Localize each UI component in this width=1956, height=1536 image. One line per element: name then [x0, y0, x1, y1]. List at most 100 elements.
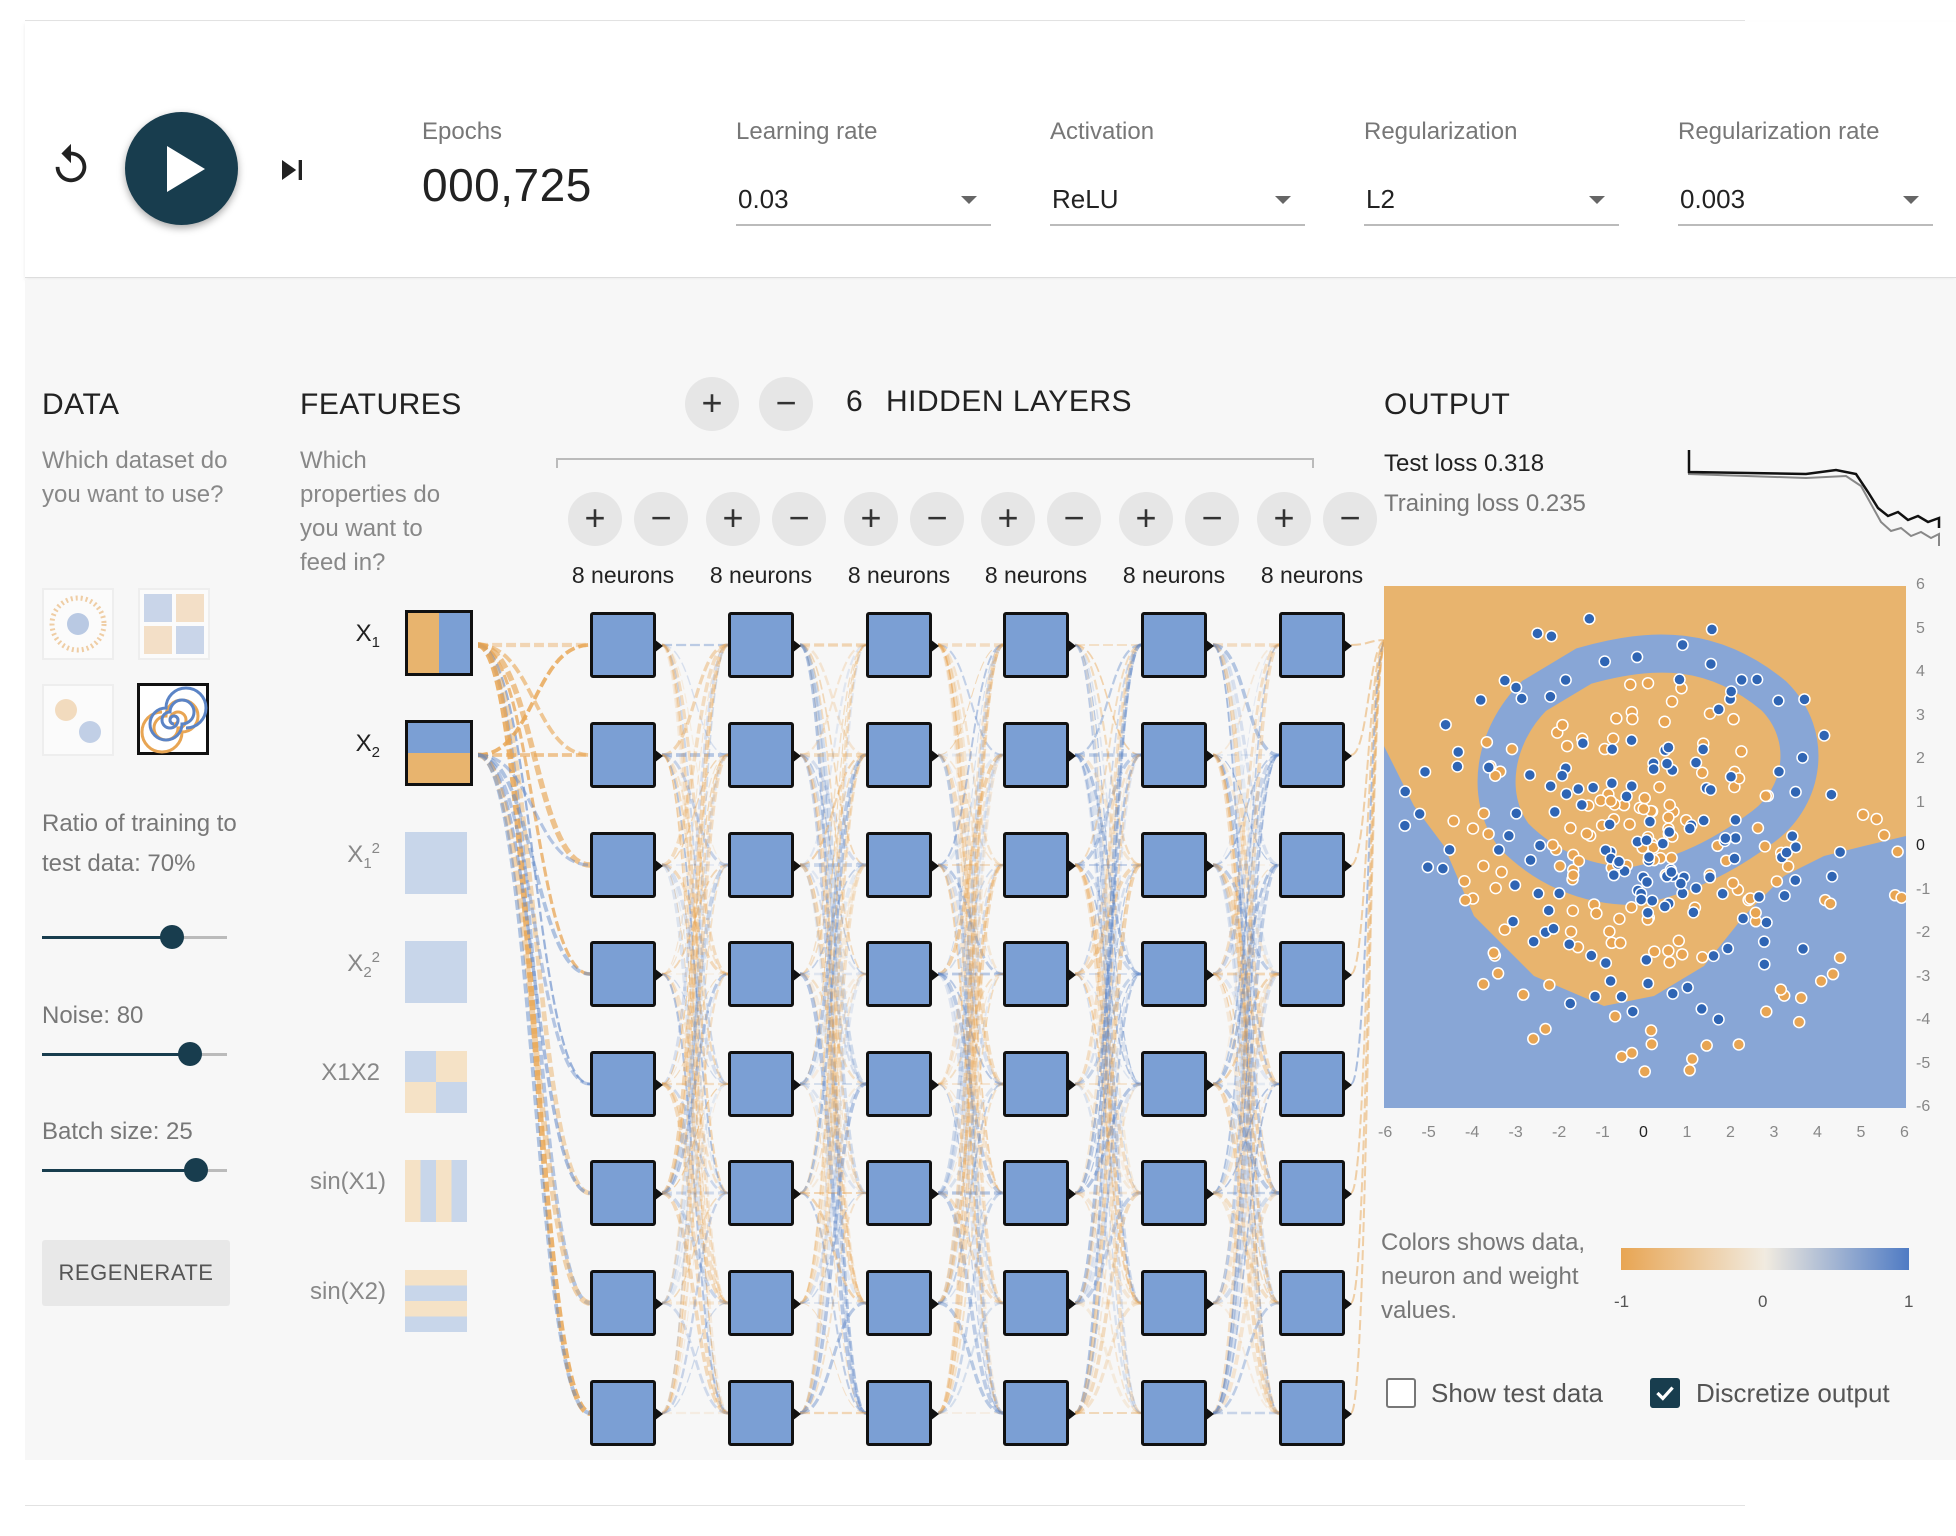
- neuron-node[interactable]: [590, 722, 663, 788]
- neuron-node[interactable]: [590, 612, 663, 678]
- weight-link[interactable]: [477, 643, 591, 757]
- remove-neuron-button[interactable]: −: [910, 492, 964, 546]
- discretize-output-checkbox[interactable]: [1650, 1378, 1680, 1408]
- neuron-node[interactable]: [590, 1051, 663, 1117]
- neuron-node[interactable]: [590, 1270, 663, 1336]
- remove-neuron-button[interactable]: −: [634, 492, 688, 546]
- neuron-count-label: 8 neurons: [1122, 562, 1226, 588]
- data-point: [1640, 875, 1654, 889]
- neuron-node[interactable]: [728, 1051, 801, 1117]
- add-neuron-button[interactable]: +: [844, 492, 898, 546]
- weight-link[interactable]: [1350, 639, 1387, 1304]
- data-point: [1674, 877, 1688, 890]
- neuron-node[interactable]: [1279, 941, 1352, 1007]
- data-point: [1656, 837, 1670, 850]
- neuron-node[interactable]: [1003, 1270, 1076, 1336]
- show-test-data-checkbox[interactable]: [1386, 1378, 1416, 1408]
- neuron-node[interactable]: [1003, 941, 1076, 1007]
- neuron-node[interactable]: [866, 1160, 939, 1226]
- data-point: [1760, 916, 1773, 929]
- neuron-node[interactable]: [590, 1160, 663, 1226]
- discretize-output-label[interactable]: Discretize output: [1696, 1378, 1890, 1409]
- neuron-node[interactable]: [1279, 832, 1352, 898]
- plus-icon: +: [1273, 497, 1295, 538]
- plus-icon: +: [1135, 497, 1157, 538]
- remove-neuron-button[interactable]: −: [1047, 492, 1101, 546]
- add-neuron-button[interactable]: +: [1119, 492, 1173, 546]
- weight-link[interactable]: [477, 642, 591, 1196]
- neuron-node[interactable]: [1003, 612, 1076, 678]
- neuron-node[interactable]: [866, 832, 939, 898]
- data-point: [1547, 922, 1560, 935]
- neuron-node[interactable]: [728, 941, 801, 1007]
- neuron-node[interactable]: [1141, 612, 1214, 678]
- neuron-node[interactable]: [1141, 832, 1214, 898]
- data-point: [1638, 1065, 1652, 1078]
- neuron-node[interactable]: [1141, 722, 1214, 788]
- neuron-node[interactable]: [1279, 612, 1352, 678]
- weight-link[interactable]: [477, 753, 591, 867]
- neuron-node[interactable]: [728, 1380, 801, 1446]
- add-neuron-button[interactable]: +: [981, 492, 1035, 546]
- neuron-node[interactable]: [1003, 1380, 1076, 1446]
- neuron-node[interactable]: [728, 1160, 801, 1226]
- neuron-node[interactable]: [728, 612, 801, 678]
- neuron-node[interactable]: [1279, 1160, 1352, 1226]
- data-point: [1509, 681, 1523, 694]
- neuron-node[interactable]: [728, 722, 801, 788]
- data-point: [1703, 871, 1717, 884]
- neuron-node[interactable]: [1141, 1270, 1214, 1336]
- data-point: [1752, 890, 1766, 904]
- weight-link[interactable]: [477, 753, 591, 1415]
- neuron-node[interactable]: [1141, 941, 1214, 1007]
- add-neuron-button[interactable]: +: [568, 492, 622, 546]
- neuron-node[interactable]: [1003, 1160, 1076, 1226]
- weight-link[interactable]: [477, 752, 591, 1306]
- remove-layer-button[interactable]: −: [759, 377, 813, 431]
- weight-link[interactable]: [477, 753, 591, 976]
- neuron-node[interactable]: [1003, 832, 1076, 898]
- neuron-node[interactable]: [1279, 1051, 1352, 1117]
- remove-neuron-button[interactable]: −: [772, 492, 826, 546]
- neuron-node[interactable]: [866, 612, 939, 678]
- neuron-node[interactable]: [1279, 722, 1352, 788]
- data-point: [1646, 894, 1659, 907]
- neuron-node[interactable]: [866, 1270, 939, 1336]
- data-point: [1665, 851, 1678, 865]
- add-neuron-button[interactable]: +: [1257, 492, 1311, 546]
- data-point: [1515, 692, 1528, 705]
- show-test-data-label[interactable]: Show test data: [1431, 1378, 1603, 1409]
- data-point: [1712, 1013, 1725, 1026]
- data-point: [1564, 997, 1577, 1010]
- remove-neuron-button[interactable]: −: [1185, 492, 1239, 546]
- legend-description: Colors shows data, neuron and weight val…: [1381, 1229, 1586, 1324]
- data-point: [1640, 953, 1653, 967]
- neuron-node[interactable]: [590, 941, 663, 1007]
- neuron-node[interactable]: [1141, 1051, 1214, 1117]
- output-title: OUTPUT: [1384, 388, 1511, 421]
- data-point: [1527, 1032, 1540, 1046]
- neuron-node[interactable]: [590, 832, 663, 898]
- neuron-node[interactable]: [1279, 1380, 1352, 1446]
- neuron-node[interactable]: [866, 1051, 939, 1117]
- neuron-node[interactable]: [1003, 1051, 1076, 1117]
- data-point: [1634, 893, 1648, 906]
- weight-link[interactable]: [1350, 639, 1387, 1194]
- neuron-node[interactable]: [1279, 1270, 1352, 1336]
- neuron-node[interactable]: [728, 1270, 801, 1336]
- add-layer-button[interactable]: +: [685, 377, 739, 431]
- neuron-node[interactable]: [866, 941, 939, 1007]
- neuron-node[interactable]: [728, 832, 801, 898]
- add-neuron-button[interactable]: +: [706, 492, 760, 546]
- remove-neuron-button[interactable]: −: [1323, 492, 1377, 546]
- neuron-node[interactable]: [866, 722, 939, 788]
- weight-link[interactable]: [477, 753, 591, 1195]
- data-point: [1695, 766, 1709, 780]
- neuron-node[interactable]: [590, 1380, 663, 1446]
- neuron-node[interactable]: [866, 1380, 939, 1446]
- weight-link[interactable]: [477, 643, 591, 757]
- neuron-node[interactable]: [1141, 1160, 1214, 1226]
- data-point: [1625, 900, 1638, 914]
- neuron-node[interactable]: [1141, 1380, 1214, 1446]
- neuron-node[interactable]: [1003, 722, 1076, 788]
